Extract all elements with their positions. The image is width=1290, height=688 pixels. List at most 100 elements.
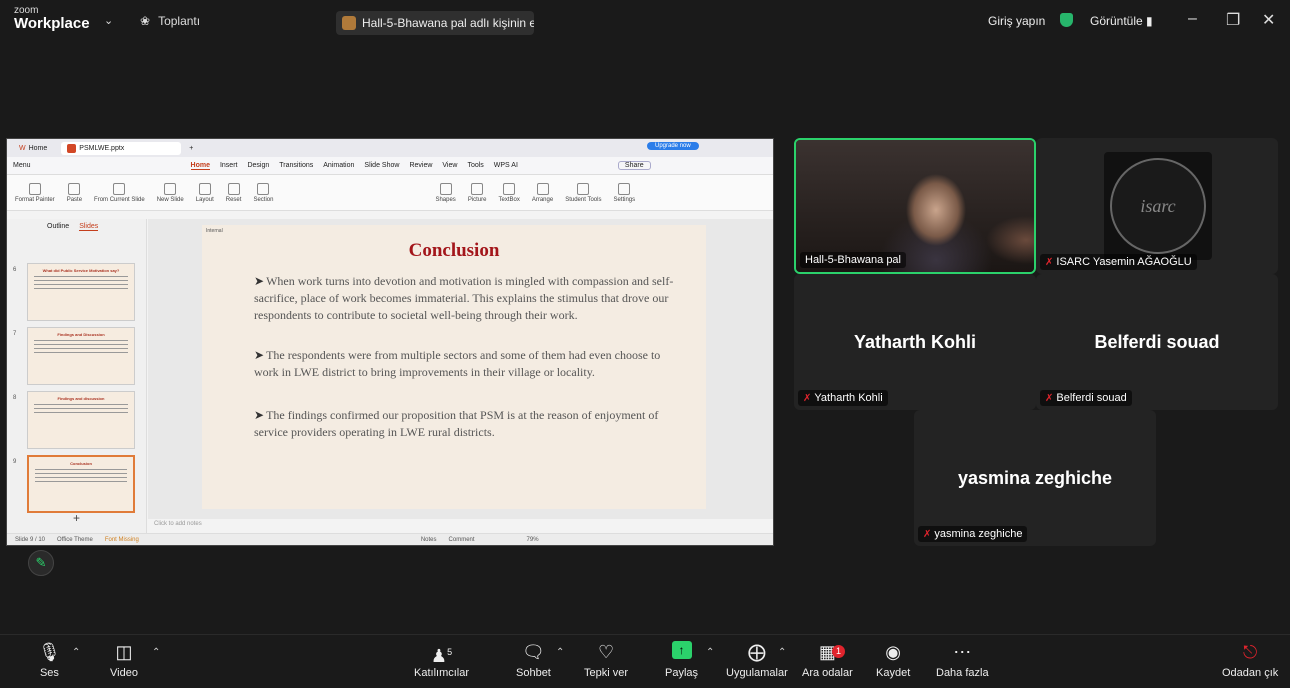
ribbon-item[interactable]: Paste: [67, 182, 82, 203]
title-bar: zoom Workplace ⌄ ❀ Toplantı Hall-5-Bhawa…: [0, 0, 1290, 46]
participant-name: ✗ ISARC Yasemin AĞAOĞLU: [1040, 254, 1197, 270]
restore-button[interactable]: ❐: [1226, 10, 1240, 30]
menu-item[interactable]: Home: [190, 162, 210, 170]
status-theme[interactable]: Office Theme: [57, 537, 93, 543]
participant-display-name: yasmina zeghiche: [957, 468, 1113, 488]
participant-name: ✗ Belferdi souad: [1040, 390, 1132, 406]
video-tile-isarc[interactable]: isarc ✗ ISARC Yasemin AĞAOĞLU: [1036, 138, 1278, 274]
participants-button[interactable]: ♟5 Katılımcılar: [414, 641, 469, 679]
close-button[interactable]: ✕: [1262, 10, 1275, 30]
slide-thumb[interactable]: What did Public Service Motivation say?: [27, 263, 135, 321]
share-indicator[interactable]: Hall-5-Bhawana pal adlı kişinin e ⋯: [336, 11, 534, 35]
leave-button[interactable]: ⎋ Odadan çık: [1222, 641, 1278, 679]
view-button[interactable]: Görüntüle ▮: [1090, 14, 1153, 28]
participant-name: Hall-5-Bhawana pal: [800, 252, 906, 268]
slide-thumb-selected[interactable]: Conclusion: [27, 455, 135, 513]
status-notes[interactable]: Notes: [421, 537, 437, 543]
upgrade-button[interactable]: Upgrade now: [647, 142, 699, 150]
ribbon-item[interactable]: Arrange: [532, 182, 553, 203]
slide-thumb[interactable]: Findings and Discussion: [27, 327, 135, 385]
video-tile-yasmina[interactable]: yasmina zeghiche ✗ yasmina zeghiche: [914, 410, 1156, 546]
minimize-button[interactable]: –: [1188, 10, 1197, 28]
menu-item[interactable]: WPS AI: [494, 162, 518, 169]
chat-button[interactable]: 🗨 Sohbet: [516, 641, 551, 679]
breakout-label: Ara odalar: [802, 667, 853, 679]
menu-item[interactable]: Tools: [467, 162, 483, 169]
menu-item[interactable]: Slide Show: [364, 162, 399, 169]
grid-icon: ▮: [1146, 14, 1153, 28]
mic-muted-icon: ✗: [1045, 393, 1054, 404]
ribbon-item[interactable]: New Slide: [157, 182, 184, 203]
tab-outline[interactable]: Outline: [47, 223, 69, 231]
ribbon-item[interactable]: Settings: [613, 182, 635, 203]
ribbon-item[interactable]: Reset: [226, 182, 241, 203]
ppt-status-bar: Slide 9 / 10 Office Theme Font Missing N…: [7, 533, 773, 545]
slide-tag: Internal: [206, 228, 223, 234]
slide-panel: Outline Slides 6 What did Public Service…: [7, 219, 147, 539]
tab-slides[interactable]: Slides: [79, 223, 99, 231]
more-button[interactable]: ⋯ Daha fazla: [936, 641, 989, 679]
add-slide-icon[interactable]: +: [73, 511, 80, 525]
ribbon-item[interactable]: TextBox: [499, 182, 520, 203]
menu-item[interactable]: Design: [247, 162, 269, 169]
video-tile-yatharth[interactable]: Yatharth Kohli ✗ Yatharth Kohli: [794, 274, 1036, 410]
view-label: Görüntüle: [1090, 14, 1143, 28]
menu-item[interactable]: Review: [409, 162, 432, 169]
menu-item[interactable]: Insert: [220, 162, 238, 169]
share-options-caret[interactable]: ⌃: [706, 647, 714, 658]
slide-bullet: ➤ The findings confirmed our proposition …: [254, 408, 659, 439]
status-font[interactable]: Font Missing: [105, 537, 139, 543]
chat-options-caret[interactable]: ⌃: [556, 647, 564, 658]
participant-name: ✗ Yatharth Kohli: [798, 390, 888, 406]
share-label: Paylaş: [665, 667, 699, 679]
apps-options-caret[interactable]: ⌃: [778, 647, 786, 658]
menu-item[interactable]: Animation: [323, 162, 354, 169]
audio-options-caret[interactable]: ⌃: [72, 647, 80, 658]
ribbon-item[interactable]: Format Painter: [15, 182, 55, 203]
record-label: Kaydet: [876, 667, 911, 679]
menu-item[interactable]: Menu: [13, 162, 31, 169]
breakout-button[interactable]: ▦ Ara odalar: [802, 641, 853, 679]
notes-field[interactable]: Click to add notes: [148, 519, 773, 529]
menu-item[interactable]: Transitions: [279, 162, 313, 169]
current-slide: Internal Conclusion ➤ When work turns int…: [202, 225, 706, 509]
meeting-menu[interactable]: ❀ Toplantı: [140, 14, 200, 28]
mic-muted-icon: ✗: [1045, 257, 1054, 268]
ribbon-item[interactable]: Student Tools: [565, 182, 601, 203]
video-tile-bhawana[interactable]: Hall-5-Bhawana pal: [794, 138, 1036, 274]
ribbon-item[interactable]: From Current Slide: [94, 182, 145, 203]
video-button[interactable]: ◫ Video: [110, 641, 138, 679]
signin-link[interactable]: Giriş yapın: [988, 14, 1045, 28]
status-zoom[interactable]: 79%: [527, 537, 539, 543]
ppt-tab-bar: W Home PSMLWE.pptx + Upgrade now: [7, 139, 773, 157]
share-button[interactable]: ↑ Paylaş: [665, 641, 698, 679]
meeting-label: Toplantı: [158, 14, 201, 28]
participants-icon: ♟5: [430, 646, 453, 666]
annotate-pen-icon[interactable]: ✎: [28, 550, 54, 576]
thumb-title: What did Public Service Motivation say?: [42, 268, 120, 273]
video-off-icon: ◫: [115, 642, 133, 662]
menu-item[interactable]: View: [442, 162, 457, 169]
shield-icon[interactable]: [1060, 13, 1073, 28]
ribbon-item[interactable]: Section: [253, 182, 273, 203]
mic-muted-icon: 🎙: [38, 642, 61, 662]
status-comment[interactable]: Comment: [449, 537, 475, 543]
share-btn[interactable]: Share: [617, 161, 651, 170]
add-tab-icon[interactable]: +: [189, 145, 193, 152]
ribbon-item[interactable]: Shapes: [435, 182, 456, 203]
leave-label: Odadan çık: [1222, 667, 1279, 679]
react-button[interactable]: ♡ Tepki ver: [584, 641, 628, 679]
ribbon-item[interactable]: Layout: [196, 182, 214, 203]
video-tile-belferdi[interactable]: Belferdi souad ✗ Belferdi souad: [1036, 274, 1278, 410]
zoom-window: zoom Workplace ⌄ ❀ Toplantı Hall-5-Bhawa…: [0, 0, 1290, 688]
audio-button[interactable]: 🎙 Ses: [38, 641, 61, 679]
record-icon: ◉: [885, 642, 901, 662]
slide-thumb[interactable]: Findings and discussion: [27, 391, 135, 449]
tab-home[interactable]: W Home: [13, 143, 53, 154]
video-options-caret[interactable]: ⌃: [152, 647, 160, 658]
ribbon-item[interactable]: Picture: [468, 182, 487, 203]
chevron-down-icon[interactable]: ⌄: [104, 14, 113, 27]
tab-file[interactable]: PSMLWE.pptx: [61, 141, 182, 155]
record-button[interactable]: ◉ Kaydet: [876, 641, 910, 679]
apps-label: Uygulamalar: [726, 667, 788, 679]
